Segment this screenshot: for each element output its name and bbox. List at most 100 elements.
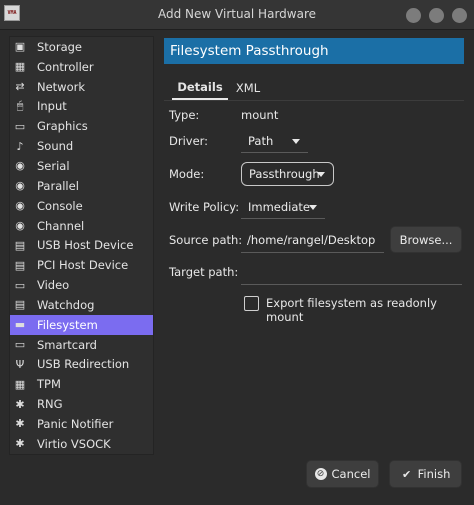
cancel-button[interactable]: ⊘ Cancel	[306, 460, 379, 488]
serial-port-icon: ◉	[15, 159, 25, 173]
tab-details[interactable]: Details	[172, 76, 228, 100]
sidebar-item-label: Storage	[37, 39, 82, 54]
sidebar-item-label: Panic Notifier	[37, 416, 114, 431]
tab-divider	[164, 100, 464, 101]
sidebar-item-usb-redirection[interactable]: Ψ USB Redirection	[10, 355, 153, 375]
sidebar-item-usb-host-device[interactable]: ▤ USB Host Device	[10, 235, 153, 255]
network-icon: ⇄	[15, 80, 25, 94]
title-bar: VMA Add New Virtual Hardware	[0, 0, 474, 30]
sidebar-item-sound[interactable]: ♪ Sound	[10, 136, 153, 156]
sidebar-item-label: Sound	[37, 139, 74, 154]
sidebar-item-label: Serial	[37, 158, 70, 173]
sidebar-item-tpm[interactable]: ▦ TPM	[10, 374, 153, 394]
sidebar-item-label: Input	[37, 99, 67, 114]
sidebar-item-watchdog[interactable]: ▤ Watchdog	[10, 295, 153, 315]
controller-icon: ▦	[14, 60, 26, 74]
chevron-down-icon	[292, 139, 300, 144]
sidebar-item-network[interactable]: ⇄ Network	[10, 77, 153, 97]
tpm-chip-icon: ▦	[14, 377, 26, 391]
type-value: mount	[241, 108, 279, 122]
mode-dropdown-value: Passthrough	[249, 167, 320, 181]
parallel-port-icon: ◉	[15, 179, 25, 193]
mode-label: Mode:	[169, 167, 205, 181]
sidebar-item-smartcard[interactable]: ▭ Smartcard	[10, 335, 153, 355]
sidebar-item-label: Video	[37, 278, 70, 293]
source-path-value: /home/rangel/Desktop	[247, 232, 376, 247]
finish-button[interactable]: ✔ Finish	[389, 460, 462, 488]
source-path-input[interactable]: /home/rangel/Desktop	[241, 227, 384, 253]
browse-button[interactable]: Browse...	[390, 226, 462, 253]
sidebar-item-pci-host-device[interactable]: ▤ PCI Host Device	[10, 255, 153, 275]
sidebar-item-serial[interactable]: ◉ Serial	[10, 156, 153, 176]
sidebar-item-label: Virtio VSOCK	[37, 436, 111, 451]
watchdog-icon: ▤	[14, 298, 26, 312]
sidebar-item-input[interactable]: 🖱 Input	[10, 97, 153, 117]
storage-icon: ▣	[14, 40, 26, 54]
sidebar-item-label: Parallel	[37, 178, 79, 193]
mode-dropdown[interactable]: Passthrough	[241, 162, 334, 186]
readonly-checkbox-label[interactable]: Export filesystem as readonly mount	[266, 296, 474, 324]
browse-button-label: Browse...	[399, 232, 453, 247]
type-label: Type:	[169, 108, 200, 122]
sidebar-item-storage[interactable]: ▣ Storage	[10, 37, 153, 57]
checkmark-icon: ✔	[402, 467, 412, 481]
readonly-checkbox[interactable]	[244, 296, 259, 311]
sidebar-item-rng[interactable]: ✱ RNG	[10, 394, 153, 414]
sidebar-item-label: Channel	[37, 218, 85, 233]
mouse-icon: 🖱	[16, 99, 24, 113]
panic-notifier-icon: ✱	[15, 417, 25, 431]
sidebar-item-console[interactable]: ◉ Console	[10, 196, 153, 216]
chevron-down-icon	[309, 205, 317, 210]
finish-button-label: Finish	[417, 467, 451, 481]
chevron-down-icon	[317, 171, 325, 177]
speaker-icon: ♪	[16, 139, 24, 153]
panel-header: Filesystem Passthrough	[164, 38, 464, 64]
usb-device-icon: ▤	[14, 238, 26, 252]
folder-icon: ▬	[14, 318, 26, 332]
write-policy-label: Write Policy:	[169, 200, 240, 214]
console-icon: ◉	[15, 199, 25, 213]
sidebar-item-label: Console	[37, 198, 83, 213]
source-path-label: Source path:	[169, 233, 243, 247]
sidebar-item-label: USB Host Device	[37, 238, 134, 253]
write-policy-dropdown-value: Immediate	[248, 199, 310, 214]
cancel-icon: ⊘	[314, 468, 327, 480]
cancel-button-label: Cancel	[331, 467, 371, 481]
channel-icon: ◉	[15, 219, 25, 233]
sidebar-item-controller[interactable]: ▦ Controller	[10, 57, 153, 77]
write-policy-dropdown[interactable]: Immediate	[241, 195, 325, 219]
minimize-button[interactable]	[406, 8, 421, 23]
sidebar-item-label: PCI Host Device	[37, 258, 129, 273]
target-path-input[interactable]	[241, 259, 462, 285]
sidebar-item-label: RNG	[37, 397, 63, 412]
sidebar-item-label: TPM	[37, 377, 61, 392]
maximize-button[interactable]	[429, 8, 444, 23]
vsock-icon: ✱	[15, 437, 25, 451]
video-icon: ▭	[14, 278, 26, 292]
monitor-icon: ▭	[14, 119, 26, 133]
sidebar-item-panic-notifier[interactable]: ✱ Panic Notifier	[10, 414, 153, 434]
sidebar-item-filesystem[interactable]: ▬ Filesystem	[10, 314, 153, 335]
smartcard-icon: ▭	[14, 338, 26, 352]
driver-label: Driver:	[169, 134, 209, 148]
sidebar-item-label: Smartcard	[37, 337, 97, 352]
sidebar-item-graphics[interactable]: ▭ Graphics	[10, 116, 153, 136]
sidebar-item-channel[interactable]: ◉ Channel	[10, 216, 153, 236]
sidebar-item-virtio-vsock[interactable]: ✱ Virtio VSOCK	[10, 434, 153, 454]
sidebar-item-label: Watchdog	[37, 297, 95, 312]
sidebar-item-parallel[interactable]: ◉ Parallel	[10, 176, 153, 196]
sidebar-item-label: Network	[37, 79, 86, 94]
close-button[interactable]	[452, 8, 467, 23]
sidebar-item-label: Controller	[37, 59, 94, 74]
sidebar-item-label: Filesystem	[37, 317, 98, 332]
usb-icon: Ψ	[15, 357, 25, 371]
hardware-type-list[interactable]: ▣ Storage ▦ Controller ⇄ Network 🖱 Input ▭ Graphi…	[9, 36, 154, 455]
driver-dropdown[interactable]: Path	[241, 129, 308, 153]
rng-icon: ✱	[15, 397, 25, 411]
target-path-label: Target path:	[169, 265, 239, 279]
pci-device-icon: ▤	[14, 258, 26, 272]
sidebar-item-label: Graphics	[37, 119, 88, 134]
sidebar-item-video[interactable]: ▭ Video	[10, 275, 153, 295]
tab-xml[interactable]: XML	[232, 76, 264, 100]
window-title: Add New Virtual Hardware	[158, 7, 316, 21]
